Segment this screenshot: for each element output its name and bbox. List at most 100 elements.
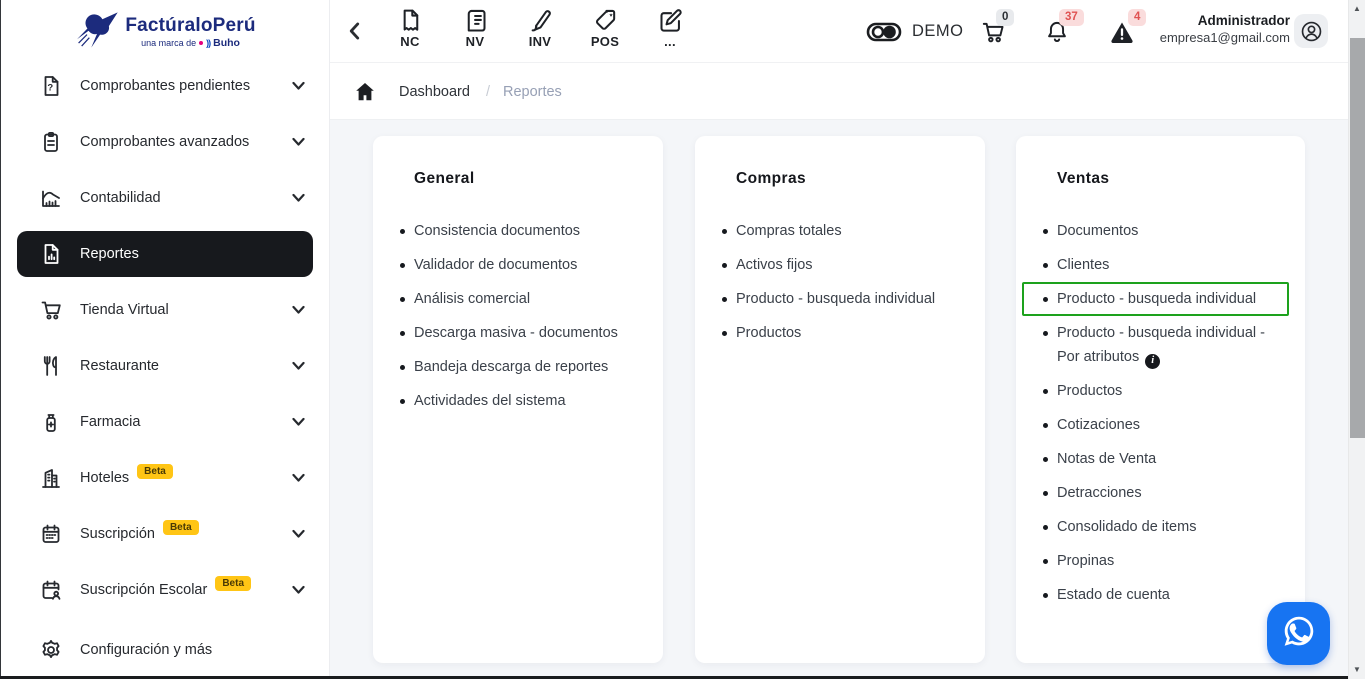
bullet-icon [1043, 525, 1048, 530]
report-link-propinas[interactable]: Propinas [1043, 549, 1281, 573]
page-scrollbar[interactable]: ▲ ▼ [1348, 0, 1365, 679]
alerts-count-badge: 4 [1128, 9, 1146, 26]
topbar: NC NV INV POS ... DEMO 0 37 4 Adm [330, 0, 1348, 63]
alerts-warning-button[interactable]: 4 [1109, 19, 1135, 45]
bullet-icon [1043, 297, 1048, 302]
chevron-down-icon [292, 474, 305, 483]
sidebar-item-tienda-virtual[interactable]: Tienda Virtual [1, 282, 329, 338]
sidebar-item-hoteles[interactable]: Hoteles Beta [1, 450, 329, 506]
scroll-down-arrow[interactable]: ▼ [1349, 665, 1365, 675]
scrollbar-thumb[interactable] [1350, 38, 1365, 438]
bullet-icon [1043, 559, 1048, 564]
report-link-estado-de-cuenta[interactable]: Estado de cuenta [1043, 583, 1281, 607]
credit-note-icon [397, 7, 424, 34]
sidebar-item-label: Farmacia [80, 414, 140, 430]
quick-action-label: POS [591, 34, 619, 49]
sidebar: FactúraloPerú una marca de )) Buho ? Com… [1, 0, 330, 676]
breadcrumb-current: Reportes [503, 84, 562, 100]
report-link-notas-de-venta[interactable]: Notas de Venta [1043, 447, 1281, 471]
report-link-detracciones[interactable]: Detracciones [1043, 481, 1281, 505]
beta-badge: Beta [137, 464, 173, 479]
tagline-text: una marca de [141, 39, 196, 48]
report-link-label: Actividades del sistema [414, 393, 566, 409]
logo-tagline: una marca de )) Buho [125, 38, 255, 49]
report-link-actividades-del-sistema[interactable]: Actividades del sistema [400, 389, 639, 413]
quick-action-pos[interactable]: POS [583, 7, 627, 49]
sidebar-item-comprobantes-avanzados[interactable]: Comprobantes avanzados [1, 114, 329, 170]
window-left-edge [0, 0, 1, 679]
quick-action-nc[interactable]: NC [388, 7, 432, 49]
report-link-producto-busqueda-individual-por-atributos[interactable]: Producto - busqueda individual - Por atr… [1043, 321, 1281, 369]
chevron-down-icon [292, 82, 305, 91]
sales-note-icon [462, 7, 489, 34]
bullet-icon [400, 331, 405, 336]
sidebar-item-configuracion-y-mas[interactable]: Configuración y más [1, 622, 329, 678]
report-link-documentos[interactable]: Documentos [1043, 219, 1281, 243]
info-icon[interactable]: i [1145, 354, 1160, 369]
report-link-productos[interactable]: Productos [722, 321, 961, 345]
cart-button[interactable]: 0 [980, 19, 1006, 45]
sidebar-item-restaurante[interactable]: Restaurante [1, 338, 329, 394]
sidebar-item-label: Comprobantes avanzados [80, 134, 249, 150]
report-link-label: Producto - busqueda individual [1057, 291, 1256, 307]
report-link-label: Consistencia documentos [414, 223, 580, 239]
quick-actions: NC NV INV POS ... [388, 7, 713, 49]
report-link-consolidado-de-items[interactable]: Consolidado de items [1043, 515, 1281, 539]
accounting-chart-icon [39, 186, 63, 210]
chevron-down-icon [292, 586, 305, 595]
quick-action-label: INV [529, 34, 552, 49]
document-question-icon: ? [39, 74, 63, 98]
report-link-analisis-comercial[interactable]: Análisis comercial [400, 287, 639, 311]
card-list: Consistencia documentos Validador de doc… [400, 219, 639, 413]
report-link-producto-busqueda-individual[interactable]: Producto - busqueda individual [722, 287, 961, 311]
scroll-up-arrow[interactable]: ▲ [1349, 4, 1365, 14]
sidebar-item-label: Restaurante [80, 358, 159, 374]
report-link-label: Bandeja descarga de reportes [414, 359, 608, 375]
report-link-compras-totales[interactable]: Compras totales [722, 219, 961, 243]
sidebar-item-comprobantes-pendientes[interactable]: ? Comprobantes pendientes [1, 58, 329, 114]
report-link-producto-busqueda-individual[interactable]: Producto - busqueda individual [1043, 287, 1281, 311]
report-link-consistencia-documentos[interactable]: Consistencia documentos [400, 219, 639, 243]
home-icon[interactable] [353, 80, 377, 104]
sidebar-item-label: Tienda Virtual [80, 302, 169, 318]
tagline-marks-icon: )) [206, 39, 210, 48]
quick-action-nv[interactable]: NV [453, 7, 497, 49]
user-avatar-button[interactable] [1294, 14, 1328, 48]
report-link-cotizaciones[interactable]: Cotizaciones [1043, 413, 1281, 437]
demo-toggle[interactable]: DEMO [866, 0, 964, 63]
bullet-icon [1043, 593, 1048, 598]
brand-first: Factúralo [125, 15, 212, 36]
sidebar-item-contabilidad[interactable]: Contabilidad [1, 170, 329, 226]
bullet-icon [1043, 229, 1048, 234]
report-link-descarga-masiva-documentos[interactable]: Descarga masiva - documentos [400, 321, 639, 345]
app-logo[interactable]: FactúraloPerú una marca de )) Buho [1, 0, 329, 58]
sidebar-item-label: Comprobantes pendientes [80, 78, 250, 94]
sidebar-collapse-button[interactable] [342, 18, 368, 44]
report-link-label: Productos [736, 325, 801, 341]
whatsapp-button[interactable] [1267, 602, 1330, 665]
invoice-pen-icon [527, 7, 554, 34]
report-link-validador-de-documentos[interactable]: Validador de documentos [400, 253, 639, 277]
report-link-bandeja-descarga-de-reportes[interactable]: Bandeja descarga de reportes [400, 355, 639, 379]
quick-action-inv[interactable]: INV [518, 7, 562, 49]
report-link-clientes[interactable]: Clientes [1043, 253, 1281, 277]
report-link-label: Detracciones [1057, 485, 1142, 501]
quick-action-more[interactable]: ... [648, 7, 692, 49]
report-link-label: Clientes [1057, 257, 1109, 273]
brand-second: Perú [213, 15, 256, 36]
bullet-icon [1043, 491, 1048, 496]
tagline-brand: Buho [213, 38, 240, 49]
report-link-productos[interactable]: Productos [1043, 379, 1281, 403]
card-general: General Consistencia documentos Validado… [373, 136, 663, 663]
report-link-label: Producto - busqueda individual [736, 291, 935, 307]
sidebar-item-reportes[interactable]: Reportes [17, 231, 313, 277]
sidebar-item-suscripcion[interactable]: Suscripción Beta [1, 506, 329, 562]
breadcrumb-dashboard-link[interactable]: Dashboard [399, 84, 470, 100]
cart-count-badge: 0 [996, 9, 1014, 26]
toggle-icon [866, 20, 902, 44]
sidebar-item-farmacia[interactable]: Farmacia [1, 394, 329, 450]
sidebar-item-suscripcion-escolar[interactable]: Suscripción Escolar Beta [1, 562, 329, 618]
bullet-icon [1043, 423, 1048, 428]
notifications-bell-button[interactable]: 37 [1044, 19, 1070, 45]
report-link-activos-fijos[interactable]: Activos fijos [722, 253, 961, 277]
